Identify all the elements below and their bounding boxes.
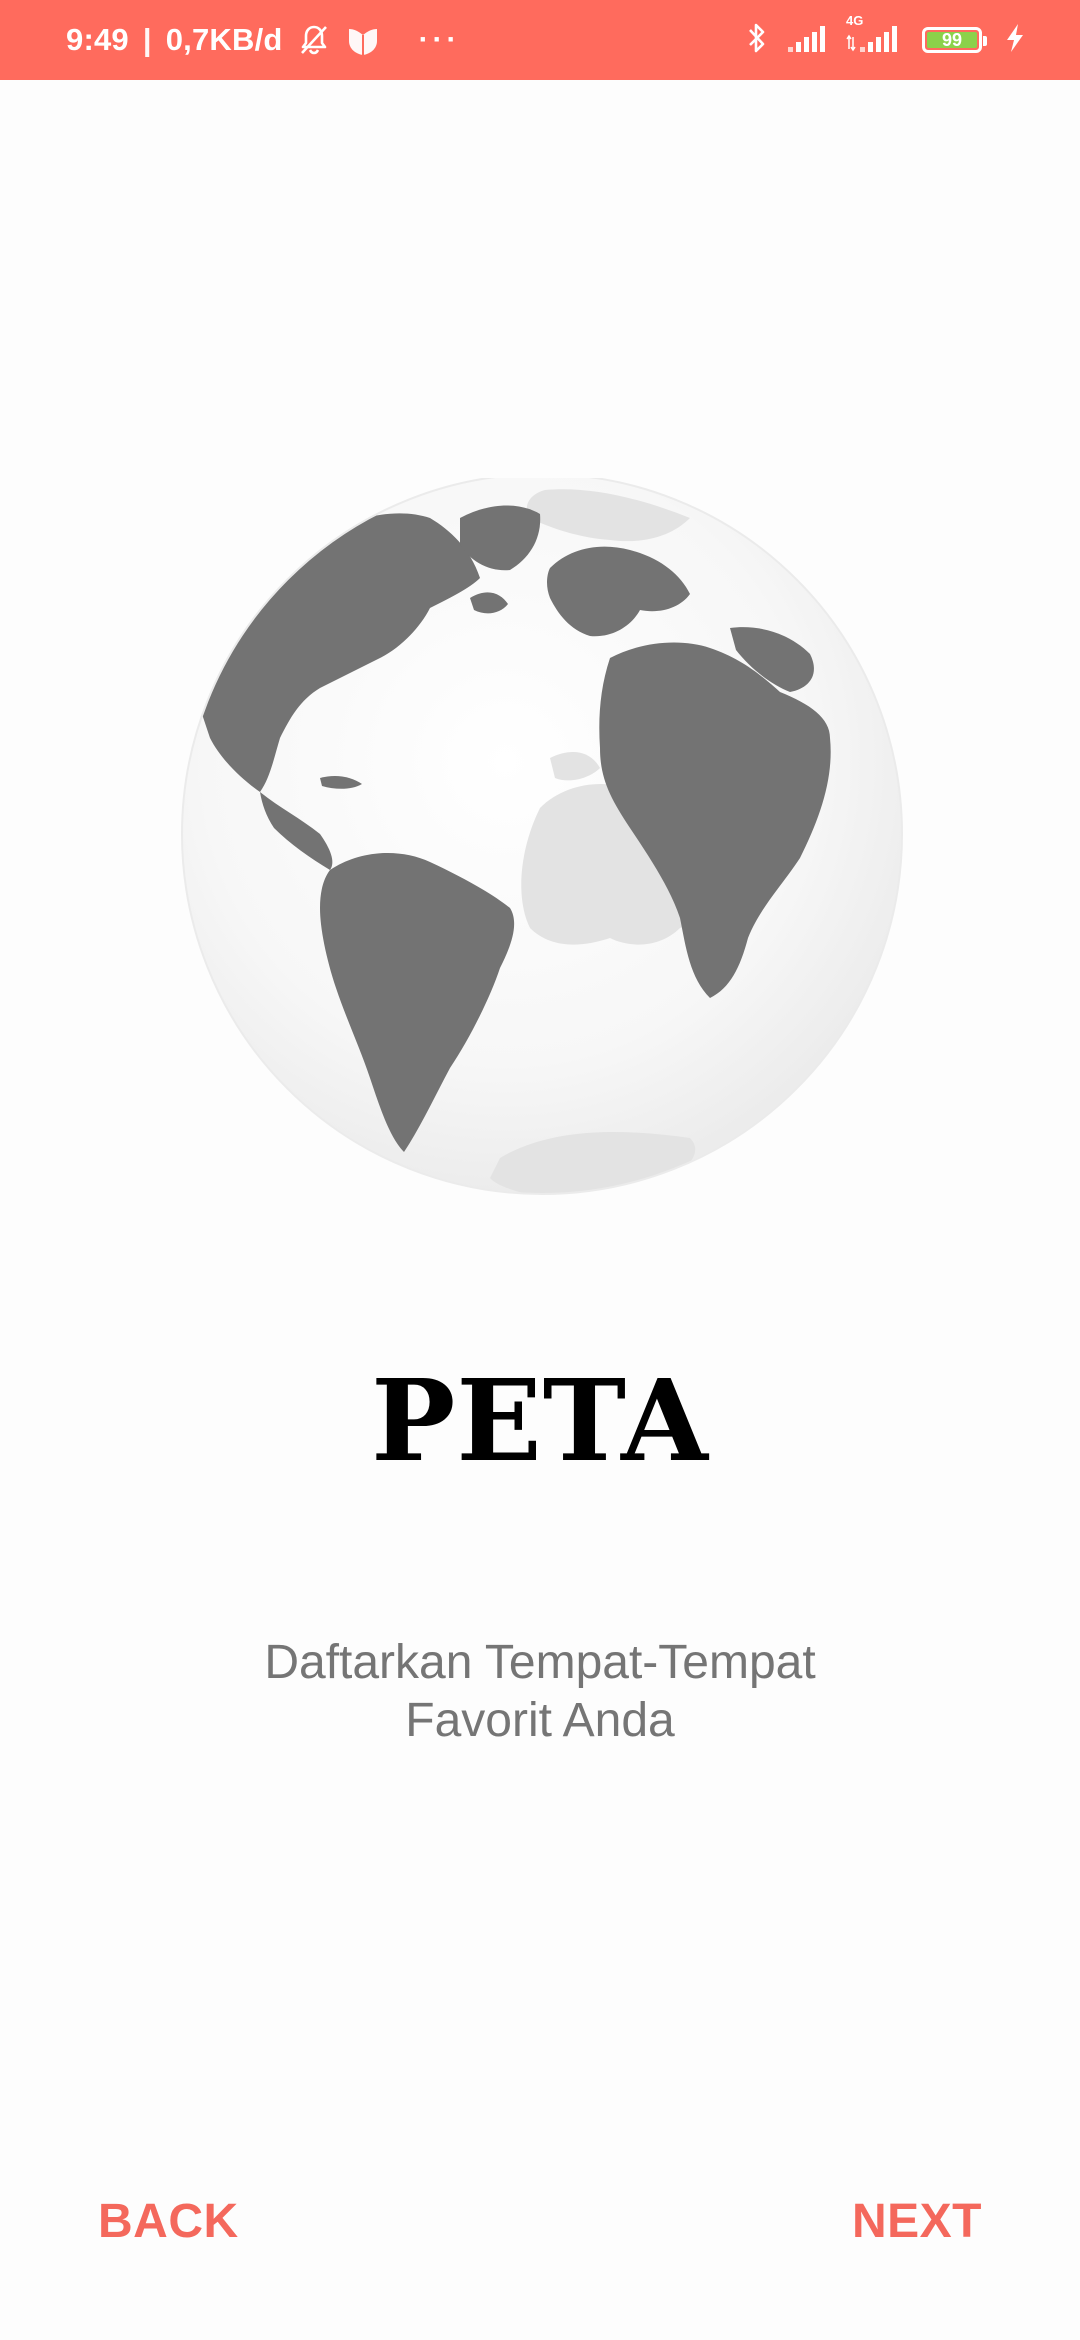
status-time: 9:49 xyxy=(66,22,129,57)
charging-icon xyxy=(1004,22,1026,59)
status-left: 9:49 | 0,7KB/d ··· xyxy=(66,0,461,80)
battery-cap xyxy=(983,36,987,46)
status-bar: 9:49 | 0,7KB/d ··· 4G 99 xyxy=(0,0,1080,80)
status-separator: | xyxy=(142,22,152,57)
status-right: 4G 99 xyxy=(746,0,1026,80)
subtitle-line-2: Favorit Anda xyxy=(405,1694,675,1747)
mute-icon xyxy=(297,23,331,57)
globe-icon xyxy=(170,473,910,1218)
page-subtitle: Daftarkan Tempat-Tempat Favorit Anda xyxy=(0,1634,1080,1750)
signal-4g-icon: 4G xyxy=(846,13,898,58)
bluetooth-icon xyxy=(746,21,768,60)
battery-level: 99 xyxy=(941,29,963,50)
shield-app-icon xyxy=(345,23,381,57)
subtitle-line-1: Daftarkan Tempat-Tempat xyxy=(264,1636,816,1689)
network-speed: 0,7KB/d xyxy=(165,22,283,57)
page-title: PETA xyxy=(371,1356,709,1487)
more-notifications: ··· xyxy=(418,23,461,56)
signal-icon xyxy=(786,23,828,58)
battery-indicator: 99 xyxy=(922,27,987,53)
back-button[interactable]: BACK xyxy=(98,2186,239,2256)
battery-icon: 99 xyxy=(922,27,987,53)
network-type: 4G xyxy=(846,12,864,28)
next-button[interactable]: NEXT xyxy=(852,2186,982,2256)
